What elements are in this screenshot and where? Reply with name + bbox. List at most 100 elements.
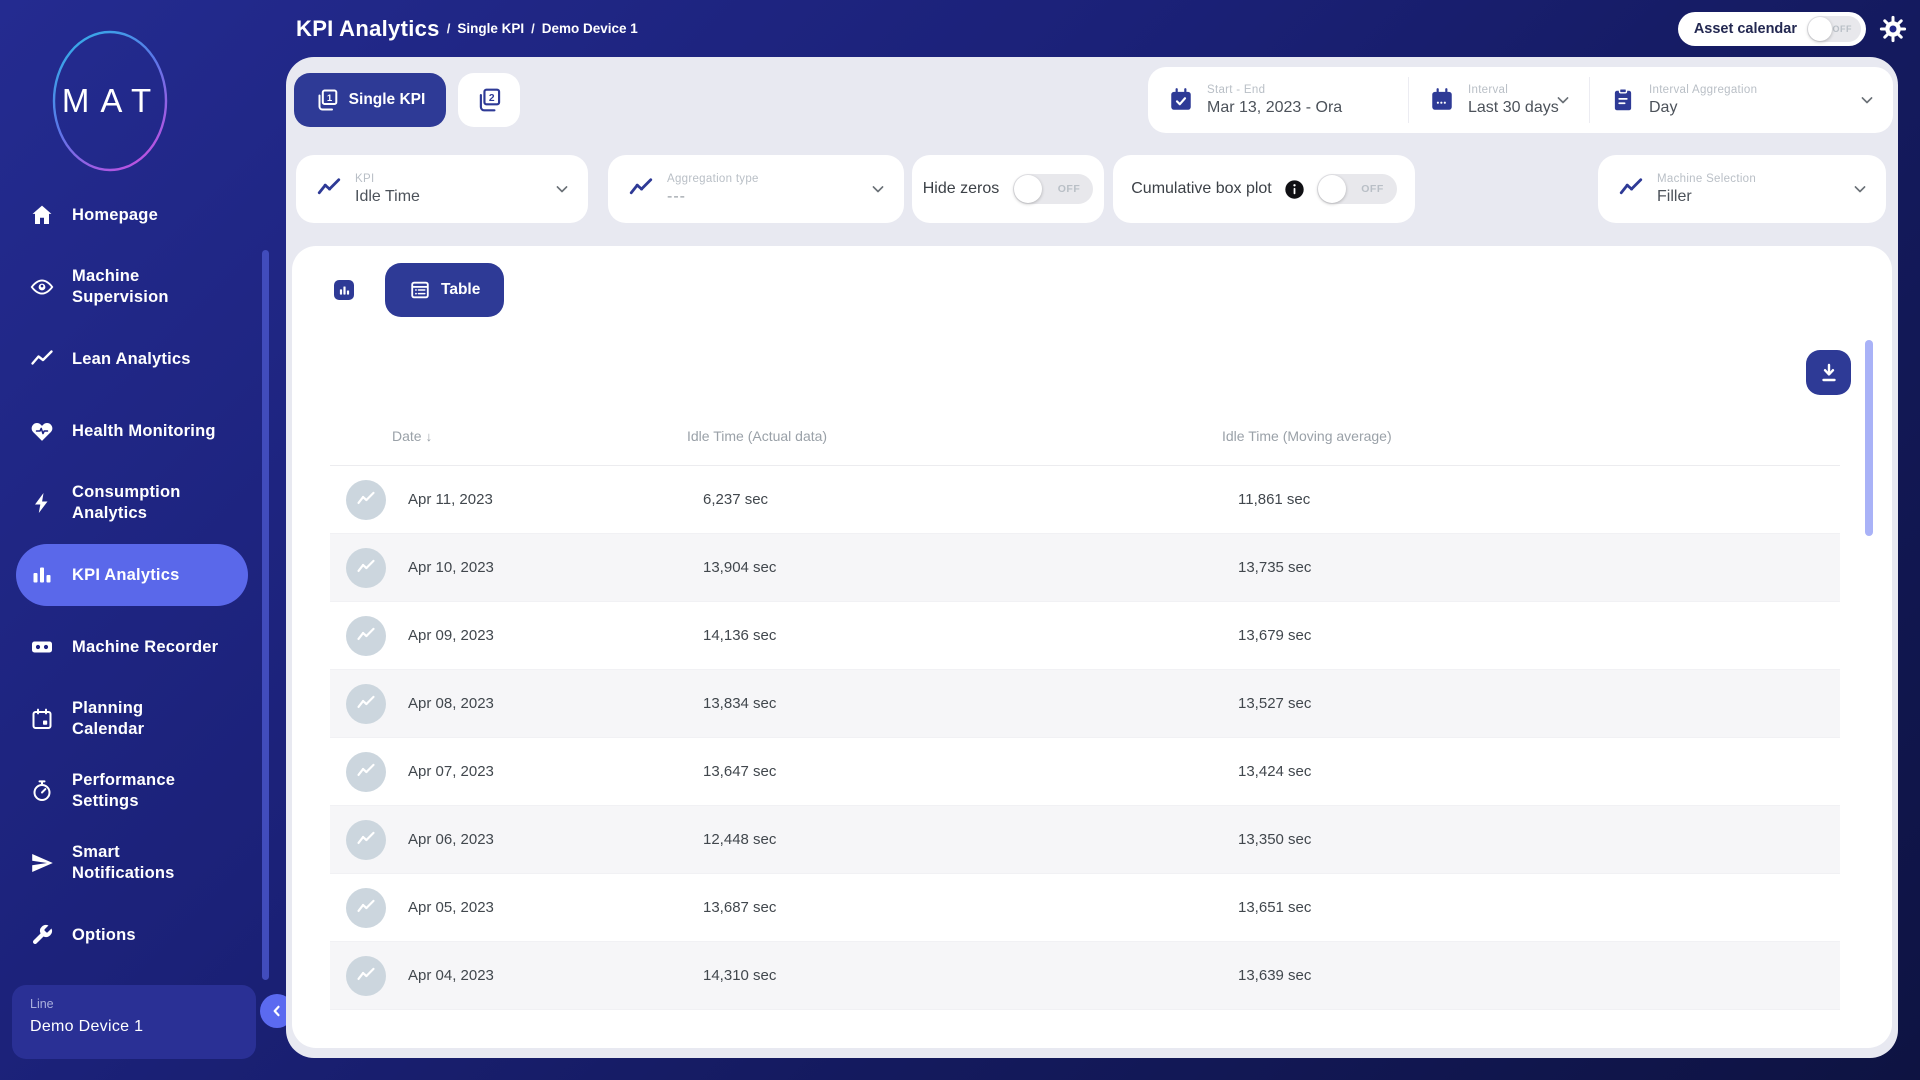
- sidebar-item[interactable]: ConsumptionAnalytics: [0, 467, 262, 539]
- column-header-moving[interactable]: Idle Time (Moving average): [1222, 428, 1840, 444]
- table-row[interactable]: Apr 04, 2023 14,310 sec 13,639 sec: [330, 942, 1840, 1010]
- table-row[interactable]: Apr 07, 2023 13,647 sec 13,424 sec: [330, 738, 1840, 806]
- sidebar-scrollbar[interactable]: [262, 250, 269, 980]
- cell-actual: 12,448 sec: [703, 831, 1238, 848]
- date-range-label: Start - End: [1207, 84, 1342, 96]
- device-name: Demo Device 1: [30, 1018, 238, 1036]
- multi-kpi-icon: [476, 87, 502, 113]
- interval-aggregation-value: Day: [1649, 99, 1757, 117]
- sidebar-item[interactable]: KPI Analytics: [0, 539, 262, 611]
- cell-date: Apr 11, 2023: [408, 491, 703, 508]
- single-kpi-tab[interactable]: Single KPI: [294, 73, 446, 127]
- table-view-button[interactable]: Table: [385, 263, 504, 317]
- cell-actual: 13,687 sec: [703, 899, 1238, 916]
- row-kpi-avatar: [346, 616, 386, 656]
- row-kpi-avatar: [346, 684, 386, 724]
- cell-moving: 11,861 sec: [1238, 491, 1840, 508]
- cell-actual: 6,237 sec: [703, 491, 1238, 508]
- home-icon: [30, 203, 54, 227]
- cell-date: Apr 05, 2023: [408, 899, 703, 916]
- sidebar-item[interactable]: SmartNotifications: [0, 827, 262, 899]
- table-row[interactable]: Apr 10, 2023 13,904 sec 13,735 sec: [330, 534, 1840, 602]
- cell-date: Apr 10, 2023: [408, 559, 703, 576]
- column-header-date[interactable]: Date↓: [392, 428, 687, 444]
- chevron-down-icon: [552, 179, 572, 199]
- bolt-icon: [30, 491, 54, 515]
- machine-selection-value: Filler: [1657, 188, 1756, 206]
- row-kpi-avatar: [346, 752, 386, 792]
- sidebar-item-label: Lean Analytics: [72, 349, 191, 370]
- row-kpi-avatar: [346, 548, 386, 588]
- kpi-value: Idle Time: [355, 188, 420, 206]
- logo-ring-icon: MAT: [45, 26, 175, 176]
- sidebar-item-label: Machine Recorder: [72, 637, 218, 658]
- cumulative-box-plot-switch[interactable]: OFF: [1317, 174, 1397, 204]
- sidebar-item[interactable]: Machine Recorder: [0, 611, 262, 683]
- table-row[interactable]: Apr 08, 2023 13,834 sec 13,527 sec: [330, 670, 1840, 738]
- row-kpi-avatar: [346, 480, 386, 520]
- table-row[interactable]: Apr 09, 2023 14,136 sec 13,679 sec: [330, 602, 1840, 670]
- interval-aggregation-select[interactable]: Interval Aggregation Day: [1590, 67, 1893, 133]
- sidebar-item[interactable]: PlanningCalendar: [0, 683, 262, 755]
- sidebar-item[interactable]: Health Monitoring: [0, 395, 262, 467]
- cell-moving: 13,424 sec: [1238, 763, 1840, 780]
- sidebar-item[interactable]: MachineSupervision: [0, 251, 262, 323]
- date-settings-panel: Start - End Mar 13, 2023 - Ora Interval …: [1148, 67, 1893, 133]
- cell-date: Apr 04, 2023: [408, 967, 703, 984]
- sidebar-item[interactable]: Homepage: [0, 179, 262, 251]
- hide-zeros-switch[interactable]: OFF: [1013, 174, 1093, 204]
- table-row[interactable]: Apr 06, 2023 12,448 sec 13,350 sec: [330, 806, 1840, 874]
- toggle-knob: [1808, 17, 1832, 41]
- cell-moving: 13,527 sec: [1238, 695, 1840, 712]
- aggregation-type-select[interactable]: Aggregation type ---: [608, 155, 904, 223]
- asset-calendar-toggle-pill[interactable]: Asset calendar OFF: [1678, 12, 1866, 46]
- table-scrollbar[interactable]: [1865, 340, 1873, 536]
- trend-icon: [30, 347, 54, 371]
- line-chart-icon: [356, 694, 376, 714]
- device-panel[interactable]: Line Demo Device 1: [12, 985, 256, 1059]
- table-row[interactable]: Apr 11, 2023 6,237 sec 11,861 sec: [330, 466, 1840, 534]
- line-chart-icon: [316, 176, 342, 202]
- download-icon: [1817, 361, 1841, 385]
- table-view-label: Table: [441, 281, 480, 299]
- sidebar-item[interactable]: Options: [0, 899, 262, 971]
- chart-view-button[interactable]: [334, 280, 354, 300]
- kpi-label: KPI: [355, 173, 420, 185]
- interval-aggregation-label: Interval Aggregation: [1649, 84, 1757, 96]
- interval-select[interactable]: Interval Last 30 days: [1409, 67, 1589, 133]
- line-chart-icon: [356, 762, 376, 782]
- chevron-down-icon: [1850, 179, 1870, 199]
- sidebar-item-label: MachineSupervision: [72, 266, 169, 308]
- breadcrumb-device[interactable]: Demo Device 1: [542, 21, 638, 36]
- breadcrumb-separator: /: [531, 21, 535, 36]
- chevron-down-icon: [1857, 90, 1877, 110]
- sidebar-item-label: SmartNotifications: [72, 842, 175, 884]
- table-row[interactable]: Apr 05, 2023 13,687 sec 13,651 sec: [330, 874, 1840, 942]
- sidebar-nav: Homepage MachineSupervision Lean Analyti…: [0, 179, 262, 971]
- machine-selection-select[interactable]: Machine Selection Filler: [1598, 155, 1886, 223]
- date-range-value: Mar 13, 2023 - Ora: [1207, 99, 1342, 117]
- hide-zeros-control: Hide zeros OFF: [912, 155, 1104, 223]
- asset-calendar-switch[interactable]: OFF: [1807, 16, 1861, 42]
- wrench-icon: [30, 923, 54, 947]
- sidebar-item[interactable]: PerformanceSettings: [0, 755, 262, 827]
- toggle-state: OFF: [1833, 24, 1862, 34]
- date-range-field[interactable]: Start - End Mar 13, 2023 - Ora: [1148, 67, 1408, 133]
- interval-label: Interval: [1468, 84, 1559, 96]
- sidebar-item[interactable]: Lean Analytics: [0, 323, 262, 395]
- download-button[interactable]: [1806, 350, 1851, 395]
- kpi-select[interactable]: KPI Idle Time: [296, 155, 588, 223]
- sidebar-item-label: Health Monitoring: [72, 421, 216, 442]
- cell-date: Apr 09, 2023: [408, 627, 703, 644]
- column-header-actual[interactable]: Idle Time (Actual data): [687, 428, 1222, 444]
- asset-calendar-label: Asset calendar: [1694, 21, 1797, 37]
- multi-kpi-tab[interactable]: [458, 73, 520, 127]
- logo-text: MAT: [62, 82, 162, 119]
- gear-icon[interactable]: [1878, 14, 1908, 44]
- info-icon[interactable]: [1284, 179, 1305, 200]
- cell-moving: 13,679 sec: [1238, 627, 1840, 644]
- breadcrumb-section[interactable]: Single KPI: [457, 21, 524, 36]
- line-chart-icon: [356, 966, 376, 986]
- hide-zeros-label: Hide zeros: [923, 180, 999, 198]
- row-kpi-avatar: [346, 956, 386, 996]
